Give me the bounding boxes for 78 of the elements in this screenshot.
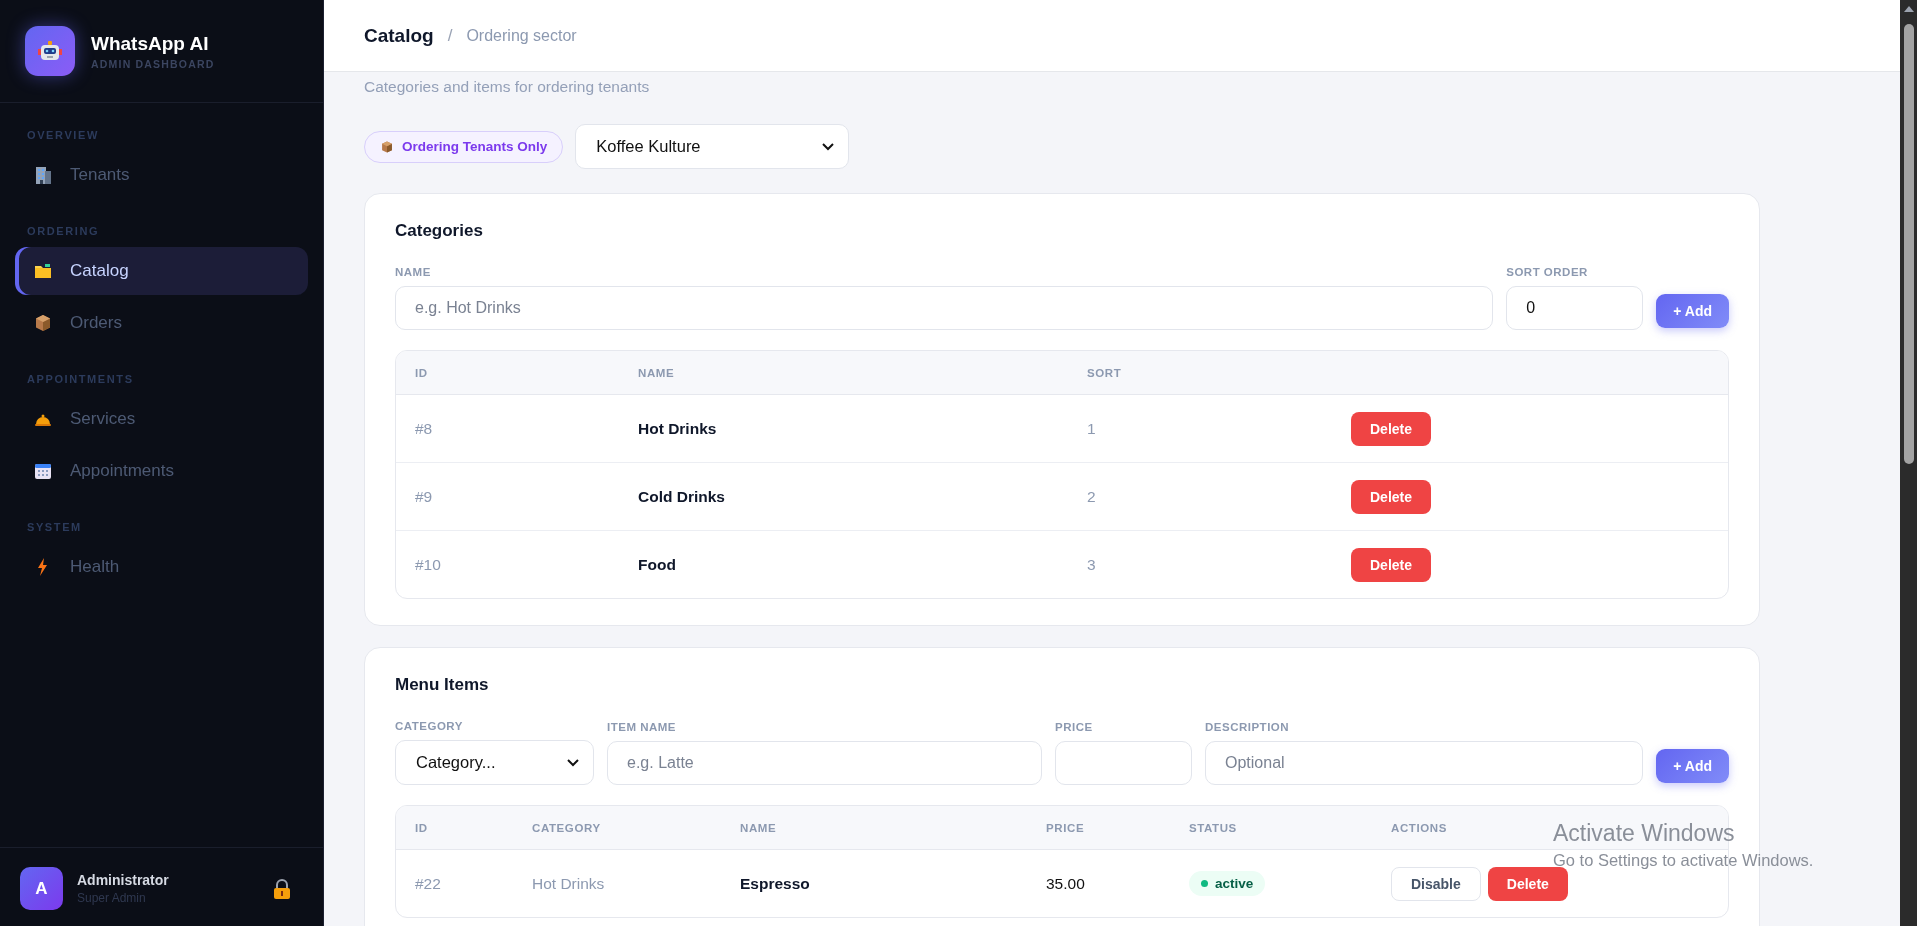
- column-header: SORT: [1087, 366, 1122, 379]
- column-header: ACTIONS: [1391, 821, 1447, 834]
- field-label: CATEGORY: [395, 720, 464, 732]
- sort-cell: 1: [1087, 419, 1096, 438]
- nav-section-label: SYSTEM: [26, 521, 83, 533]
- column-header: STATUS: [1189, 821, 1237, 834]
- sidebar-item[interactable]: Appointments: [15, 447, 308, 495]
- user-name: Administrator: [77, 872, 170, 888]
- scrollbar-thumb[interactable]: [1903, 24, 1914, 464]
- column-header: CATEGORY: [532, 821, 601, 834]
- user-avatar: A: [20, 867, 63, 910]
- field-label: SORT ORDER: [1506, 266, 1589, 278]
- column-header: ID: [415, 821, 428, 834]
- column-header: NAME: [740, 821, 777, 834]
- column-header: NAME: [638, 366, 675, 379]
- add-button[interactable]: + Add: [1656, 294, 1729, 328]
- calendar-icon: [33, 461, 53, 481]
- card-title: Menu Items: [395, 675, 490, 695]
- scrollbar[interactable]: [1900, 0, 1917, 926]
- sort-cell: 2: [1087, 487, 1096, 506]
- id-cell: #9: [415, 487, 433, 506]
- sidebar-item[interactable]: Health: [15, 543, 308, 591]
- disable-button[interactable]: Disable: [1391, 866, 1481, 901]
- breadcrumb-separator: /: [447, 25, 453, 46]
- name-cell: Food: [638, 555, 676, 574]
- category-cell: Hot Drinks: [532, 874, 605, 893]
- robot-logo-icon: [25, 26, 75, 76]
- box-icon: [380, 139, 394, 154]
- building-icon: [33, 165, 53, 185]
- name-cell: Hot Drinks: [638, 419, 717, 438]
- field-label: ITEM NAME: [607, 721, 678, 733]
- price-input[interactable]: [1055, 741, 1192, 785]
- folder-icon: [33, 261, 53, 281]
- id-cell: #8: [415, 419, 433, 438]
- card-title: Categories: [395, 221, 484, 241]
- delete-button[interactable]: Delete: [1487, 866, 1568, 901]
- nav-section-label: APPOINTMENTS: [26, 373, 135, 385]
- description-input[interactable]: Optional: [1205, 741, 1644, 785]
- user-role: Super Admin: [77, 891, 147, 905]
- column-header: PRICE: [1046, 821, 1085, 834]
- column-header: ID: [415, 366, 428, 379]
- name-input[interactable]: e.g. Hot Drinks: [395, 286, 1494, 330]
- field-label: PRICE: [1055, 721, 1094, 733]
- name-cell: Espresso: [740, 874, 810, 893]
- sort-order-input[interactable]: 0: [1506, 286, 1644, 330]
- category-dropdown[interactable]: Category...: [395, 740, 594, 785]
- breadcrumb-text: Ordering sector: [466, 26, 577, 45]
- nav-section-label: ORDERING: [26, 225, 101, 237]
- item-name-input[interactable]: e.g. Latte: [607, 741, 1042, 785]
- lock-icon[interactable]: [273, 878, 291, 899]
- id-cell: #22: [415, 874, 441, 893]
- delete-button[interactable]: Delete: [1351, 479, 1432, 514]
- delete-button[interactable]: Delete: [1351, 547, 1432, 582]
- tenant-dropdown[interactable]: Koffee Kulture: [575, 124, 850, 169]
- page-description: Categories and items for ordering tenants: [364, 78, 651, 96]
- app-title: WhatsApp AI: [91, 32, 210, 55]
- add-button[interactable]: + Add: [1656, 749, 1729, 783]
- status-badge: active: [1189, 871, 1266, 896]
- chevron-down-icon: [822, 142, 835, 151]
- chevron-down-icon: [567, 758, 579, 767]
- sidebar-item[interactable]: Orders: [15, 299, 308, 347]
- sidebar-item[interactable]: Services: [15, 395, 308, 443]
- activation-notice-title: Activate Windows: [1553, 820, 1736, 847]
- field-label: NAME: [395, 266, 432, 278]
- scroll-up-arrow-icon[interactable]: [1903, 6, 1914, 12]
- page-title: Catalog: [364, 24, 434, 47]
- app-subtitle: ADMIN DASHBOARD: [91, 57, 215, 70]
- sidebar-item[interactable]: Tenants: [15, 151, 308, 199]
- box-icon: [33, 313, 53, 333]
- id-cell: #10: [415, 555, 441, 574]
- sidebar-item[interactable]: Catalog: [15, 247, 308, 295]
- filter-badge-label: Ordering Tenants Only: [402, 139, 548, 154]
- name-cell: Cold Drinks: [638, 487, 725, 506]
- price-cell: 35.00: [1046, 874, 1085, 893]
- nav-section-label: OVERVIEW: [26, 129, 100, 141]
- field-label: DESCRIPTION: [1205, 721, 1291, 733]
- delete-button[interactable]: Delete: [1351, 411, 1432, 446]
- sort-cell: 3: [1087, 555, 1096, 574]
